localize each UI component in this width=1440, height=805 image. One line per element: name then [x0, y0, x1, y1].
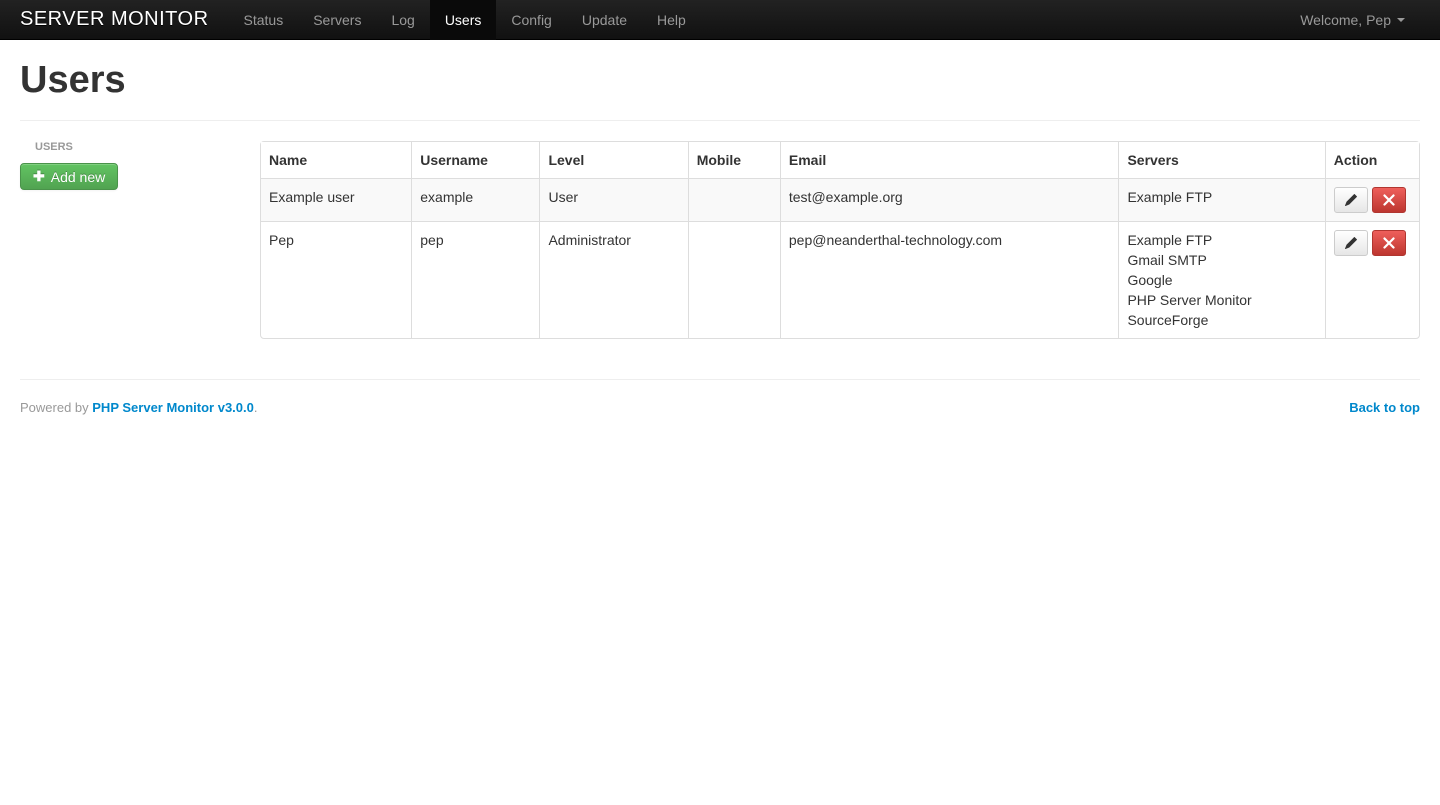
delete-button[interactable]: [1372, 230, 1406, 256]
nav-right: Welcome, Pep: [1285, 2, 1420, 38]
nav-item-help[interactable]: Help: [642, 0, 701, 40]
cell-mobile: [688, 178, 780, 221]
cell-name: Example user: [261, 178, 411, 221]
cell-username: pep: [411, 221, 539, 338]
navbar: SERVER MONITOR Status Servers Log Users …: [0, 0, 1440, 40]
th-username: Username: [411, 142, 539, 178]
close-icon: [1383, 194, 1395, 206]
close-icon: [1383, 237, 1395, 249]
cell-mobile: [688, 221, 780, 338]
nav-menu: Status Servers Log Users Config Update H…: [229, 0, 1286, 40]
nav-item-users[interactable]: Users: [430, 0, 497, 40]
th-mobile: Mobile: [688, 142, 780, 178]
th-level: Level: [539, 142, 687, 178]
cell-level: Administrator: [539, 221, 687, 338]
user-menu[interactable]: Welcome, Pep: [1285, 2, 1420, 38]
footer-credit: Powered by PHP Server Monitor v3.0.0.: [20, 400, 258, 415]
nav-item-config[interactable]: Config: [496, 0, 566, 40]
page-title: Users: [20, 60, 1420, 100]
cell-action: [1325, 221, 1419, 338]
nav-item-servers[interactable]: Servers: [298, 0, 376, 40]
cell-email: test@example.org: [780, 178, 1119, 221]
back-to-top-link[interactable]: Back to top: [1349, 400, 1420, 415]
th-action: Action: [1325, 142, 1419, 178]
table-row: Pep pep Administrator pep@neanderthal-te…: [261, 221, 1419, 338]
th-servers: Servers: [1118, 142, 1324, 178]
chevron-down-icon: [1397, 18, 1405, 22]
divider: [20, 120, 1420, 121]
nav-item-status[interactable]: Status: [229, 0, 299, 40]
cell-name: Pep: [261, 221, 411, 338]
th-name: Name: [261, 142, 411, 178]
cell-servers: Example FTP Gmail SMTP Google PHP Server…: [1118, 221, 1324, 338]
edit-button[interactable]: [1334, 230, 1368, 256]
pencil-icon: [1345, 237, 1357, 249]
th-email: Email: [780, 142, 1119, 178]
cell-servers: Example FTP: [1118, 178, 1324, 221]
sidebar: USERS ✚ Add new: [20, 141, 240, 339]
edit-button[interactable]: [1334, 187, 1368, 213]
pencil-icon: [1345, 194, 1357, 206]
sidebar-header: USERS: [20, 141, 240, 153]
plus-icon: ✚: [33, 168, 45, 185]
footer-link[interactable]: PHP Server Monitor v3.0.0: [92, 400, 254, 415]
users-table: Name Username Level Mobile Email Servers…: [260, 141, 1420, 339]
footer: Powered by PHP Server Monitor v3.0.0. Ba…: [20, 379, 1420, 415]
main-content: Name Username Level Mobile Email Servers…: [260, 141, 1420, 339]
nav-item-update[interactable]: Update: [567, 0, 642, 40]
cell-action: [1325, 178, 1419, 221]
delete-button[interactable]: [1372, 187, 1406, 213]
cell-level: User: [539, 178, 687, 221]
add-new-label: Add new: [51, 169, 105, 185]
brand[interactable]: SERVER MONITOR: [20, 8, 209, 31]
nav-item-log[interactable]: Log: [376, 0, 429, 40]
cell-username: example: [411, 178, 539, 221]
add-new-button[interactable]: ✚ Add new: [20, 163, 118, 190]
welcome-text: Welcome, Pep: [1300, 12, 1391, 28]
cell-email: pep@neanderthal-technology.com: [780, 221, 1119, 338]
table-row: Example user example User test@example.o…: [261, 178, 1419, 221]
table-header-row: Name Username Level Mobile Email Servers…: [261, 142, 1419, 178]
